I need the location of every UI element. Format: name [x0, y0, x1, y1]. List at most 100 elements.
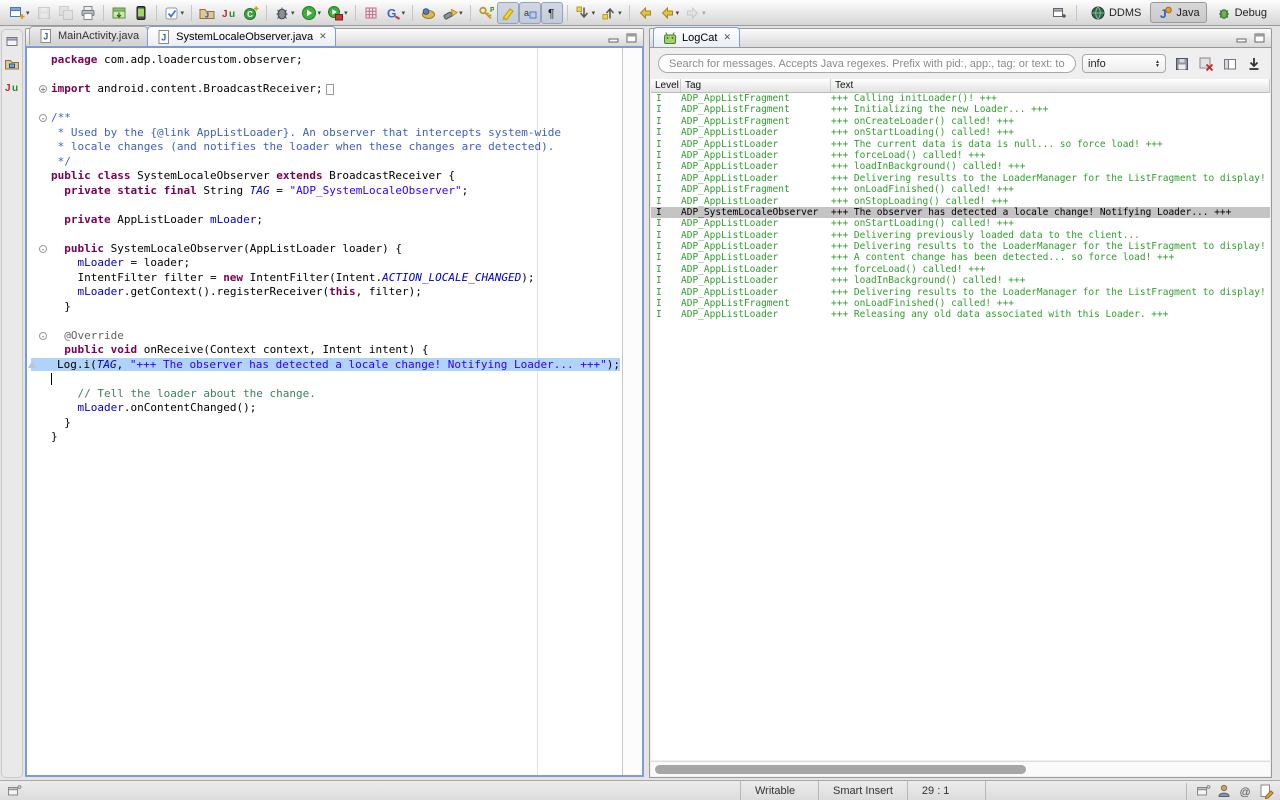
log-row[interactable]: IADP_AppListLoader+++ onStartLoading() c…: [651, 127, 1270, 138]
close-icon[interactable]: ✕: [319, 31, 327, 42]
column-header-text[interactable]: Text: [831, 79, 1270, 92]
edit-mode-button[interactable]: [1258, 783, 1274, 800]
code-editor[interactable]: package com.adp.loadercustom.observer;+i…: [25, 48, 644, 777]
log-row[interactable]: IADP_AppListLoader+++ onStartLoading() c…: [651, 218, 1270, 229]
open-perspective-button[interactable]: [1048, 2, 1070, 24]
log-row[interactable]: IADP_AppListFragment+++ onCreateLoader()…: [651, 116, 1270, 127]
new-class-button[interactable]: C: [240, 2, 262, 24]
chevron-down-icon[interactable]: ▾: [676, 9, 680, 17]
log-row[interactable]: IADP_AppListLoader+++ Delivering results…: [651, 173, 1270, 184]
fast-view-button[interactable]: [6, 783, 22, 800]
mentions-button[interactable]: @: [1237, 783, 1253, 800]
chevron-down-icon[interactable]: ▾: [26, 9, 30, 17]
open-type-grid-button[interactable]: [360, 2, 382, 24]
overview-ruler[interactable]: [622, 48, 642, 775]
gwt-compile-button[interactable]: G▾: [382, 2, 409, 24]
chevron-down-icon[interactable]: ▾: [402, 9, 406, 17]
debug-button[interactable]: ▾: [271, 2, 298, 24]
user-profile-button[interactable]: [1216, 783, 1232, 800]
log-row[interactable]: IADP_AppListFragment+++ onLoadFinished()…: [651, 298, 1270, 309]
log-row[interactable]: IADP_AppListLoader+++ Releasing any old …: [651, 309, 1270, 320]
maximize-logcat-button[interactable]: [1253, 32, 1267, 44]
chevron-down-icon[interactable]: ▾: [702, 9, 706, 17]
log-row[interactable]: IADP_AppListLoader+++ A content change h…: [651, 252, 1270, 263]
chevron-down-icon[interactable]: ▾: [344, 9, 348, 17]
scroll-to-bottom-button[interactable]: [1244, 54, 1263, 73]
previous-annotation-button[interactable]: ▾: [598, 2, 625, 24]
mark-occurrences-button[interactable]: [497, 2, 519, 24]
log-row[interactable]: IADP_AppListLoader+++ loadInBackground()…: [651, 275, 1270, 286]
logcat-search-input[interactable]: [658, 54, 1076, 73]
back-to-last-edit-button[interactable]: [634, 2, 656, 24]
collapse-icon[interactable]: -: [39, 114, 47, 122]
code-line: public class SystemLocaleObserver extend…: [27, 169, 620, 184]
log-row[interactable]: IADP_AppListLoader+++ Delivering results…: [651, 287, 1270, 298]
restore-trim-button[interactable]: [1195, 783, 1211, 800]
column-header-level[interactable]: Level: [651, 79, 681, 92]
back-icon: [637, 5, 653, 21]
logcat-hscrollbar[interactable]: [651, 761, 1270, 776]
column-header-tag[interactable]: Tag: [681, 79, 831, 92]
log-level-dropdown[interactable]: info ▲▼: [1082, 54, 1166, 73]
log-row[interactable]: IADP_AppListLoader+++ forceLoad() called…: [651, 264, 1270, 275]
folded-region-icon[interactable]: [326, 84, 334, 95]
show-selected-element-button[interactable]: a: [519, 2, 541, 24]
log-row[interactable]: IADP_SystemLocaleObserver+++ The observe…: [651, 207, 1270, 218]
chevron-down-icon[interactable]: ▾: [459, 9, 463, 17]
hscrollbar-thumb[interactable]: [655, 765, 1026, 774]
show-whitespace-button[interactable]: ¶: [541, 2, 563, 24]
new-java-project-button[interactable]: J: [196, 2, 218, 24]
tab-logcat[interactable]: LogCat ✕: [653, 27, 740, 47]
perspective-debug-button[interactable]: Debug: [1209, 2, 1274, 23]
chevron-down-icon[interactable]: ▾: [592, 9, 596, 17]
display-saved-filters-button[interactable]: [1220, 54, 1239, 73]
new-test-button[interactable]: ▾: [161, 2, 188, 24]
restore-editor-button[interactable]: [3, 32, 21, 50]
save-log-button[interactable]: [1172, 54, 1191, 73]
log-row[interactable]: IADP_AppListFragment+++ Initializing the…: [651, 104, 1270, 115]
maximize-editor-button[interactable]: [625, 32, 639, 44]
android-sdk-manager-button[interactable]: [108, 2, 130, 24]
toolbar-separator: [355, 5, 356, 21]
chevron-down-icon[interactable]: ▾: [291, 9, 295, 17]
tab-systemlocaleobserver-java[interactable]: JSystemLocaleObserver.java✕: [147, 26, 336, 46]
debug-persp-icon: [1216, 5, 1232, 21]
log-text: +++ Calling initLoader()! +++: [831, 93, 1270, 104]
back-button[interactable]: ▾: [656, 2, 683, 24]
log-row[interactable]: IADP_AppListLoader+++ loadInBackground()…: [651, 161, 1270, 172]
chevron-down-icon[interactable]: ▾: [181, 9, 185, 17]
avd-manager-button[interactable]: [130, 2, 152, 24]
log-row[interactable]: IADP_AppListLoader+++ Delivering previou…: [651, 230, 1270, 241]
log-row[interactable]: IADP_AppListFragment+++ Calling initLoad…: [651, 93, 1270, 104]
chevron-down-icon[interactable]: ▾: [618, 9, 622, 17]
log-row[interactable]: IADP_AppListLoader+++ The current data i…: [651, 139, 1270, 150]
package-explorer-button[interactable]: [3, 55, 21, 73]
collapse-icon[interactable]: -: [39, 332, 47, 340]
junit-view-button[interactable]: Ju: [3, 78, 21, 96]
print-button[interactable]: [77, 2, 99, 24]
user-profile-icon: [1216, 783, 1232, 799]
log-row[interactable]: IADP_AppListLoader+++ forceLoad() called…: [651, 150, 1270, 161]
search-button[interactable]: ▾: [439, 2, 466, 24]
next-annotation-button[interactable]: ▾: [572, 2, 599, 24]
tab-mainactivity-java[interactable]: JMainActivity.java: [29, 26, 148, 45]
open-resource-button[interactable]: [417, 2, 439, 24]
new-wizard-button[interactable]: ▾: [6, 2, 33, 24]
log-row[interactable]: IADP_AppListLoader+++ onStopLoading() ca…: [651, 196, 1270, 207]
expand-icon[interactable]: +: [39, 85, 47, 93]
log-row[interactable]: IADP_AppListLoader+++ Delivering results…: [651, 241, 1270, 252]
perspective-ddms-button[interactable]: DDMS: [1083, 2, 1148, 23]
collapse-icon[interactable]: -: [39, 245, 47, 253]
external-tools-button[interactable]: ▾: [324, 2, 351, 24]
open-type-button[interactable]: P: [475, 2, 497, 24]
run-button[interactable]: ▾: [298, 2, 325, 24]
new-junit-test-button[interactable]: Ju: [218, 2, 240, 24]
chevron-down-icon[interactable]: ▾: [318, 9, 322, 17]
close-icon[interactable]: ✕: [723, 32, 731, 43]
svg-text:¶: ¶: [548, 6, 554, 20]
clear-log-button[interactable]: [1196, 54, 1215, 73]
log-row[interactable]: IADP_AppListFragment+++ onLoadFinished()…: [651, 184, 1270, 195]
perspective-java-button[interactable]: JJava: [1150, 2, 1206, 23]
minimize-logcat-button[interactable]: [1235, 32, 1249, 44]
minimize-editor-button[interactable]: [607, 32, 621, 44]
